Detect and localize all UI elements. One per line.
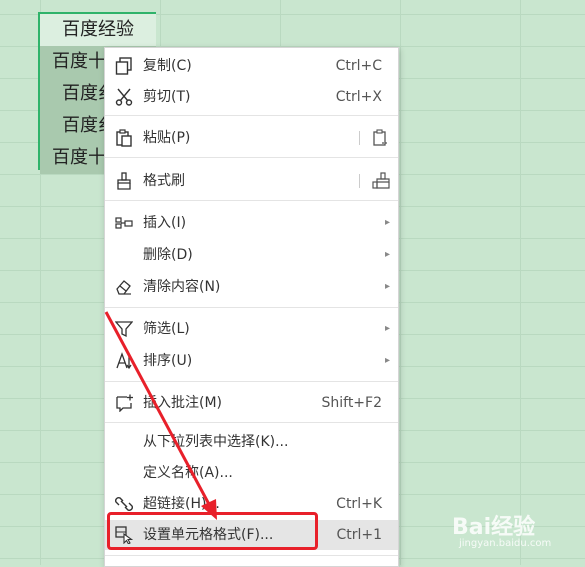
annotation-highlight-box [107,512,318,550]
annotation-arrow [104,311,217,520]
watermark-url: jingyan.baidu.com [459,538,552,549]
watermark-logo: Bai经验 [452,515,536,540]
